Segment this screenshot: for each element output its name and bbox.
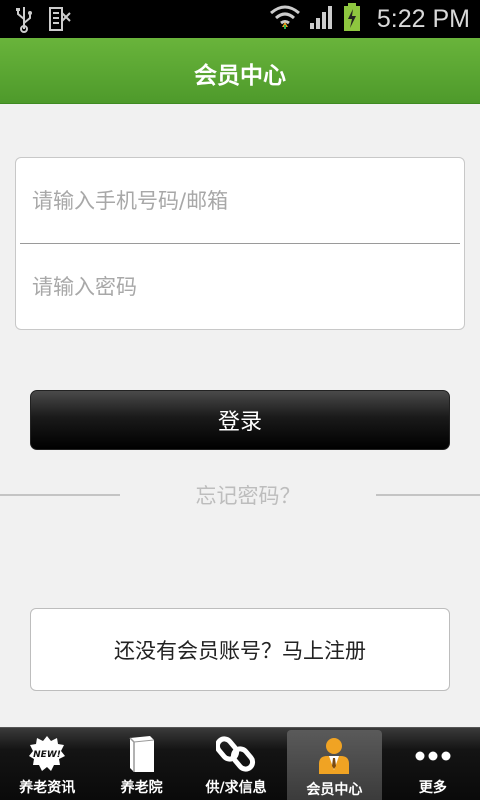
divider-line-right [376,494,480,496]
tab-label: 会员中心 [306,782,363,798]
username-field-row [16,158,464,244]
tab-nursing-home[interactable]: 养老院 [94,728,188,800]
news-badge-icon: NEW! [25,734,69,774]
bottom-tab-bar: NEW! 养老资讯 养老院 供/求信息 会员中心 更多 [0,727,480,800]
forgot-password-link[interactable]: 忘记密码？ [120,480,376,510]
sim-icon [48,5,72,37]
clock: 5:22 PM [376,4,470,33]
book-icon [120,734,164,774]
battery-charging-icon [343,2,361,36]
wifi-icon [269,3,301,35]
login-form [15,157,465,330]
tab-news[interactable]: NEW! 养老资讯 [0,728,94,800]
tab-label: 养老资讯 [19,780,76,796]
register-button[interactable]: 还没有会员账号？马上注册 [30,608,450,691]
divider-line-left [0,494,120,496]
forgot-password-row: 忘记密码？ [0,480,480,510]
usb-icon [14,5,34,37]
tab-label: 更多 [418,780,447,796]
tab-label: 养老院 [120,780,163,796]
login-button[interactable]: 登录 [30,390,450,450]
more-dots-icon [411,734,455,774]
tab-supply-demand[interactable]: 供/求信息 [189,728,283,800]
tab-member-center[interactable]: 会员中心 [287,730,382,800]
tab-label: 供/求信息 [205,780,267,796]
link-icon [214,734,258,774]
signal-icon [309,3,335,35]
password-input[interactable] [32,244,452,330]
page-title: 会员中心 [194,63,286,89]
status-bar: 5:22 PM [0,0,480,38]
title-bar: 会员中心 [0,38,480,104]
svg-text:NEW!: NEW! [33,750,61,760]
username-input[interactable] [32,158,452,244]
member-icon [312,736,356,776]
password-field-row [16,244,464,330]
tab-more[interactable]: 更多 [386,728,480,800]
